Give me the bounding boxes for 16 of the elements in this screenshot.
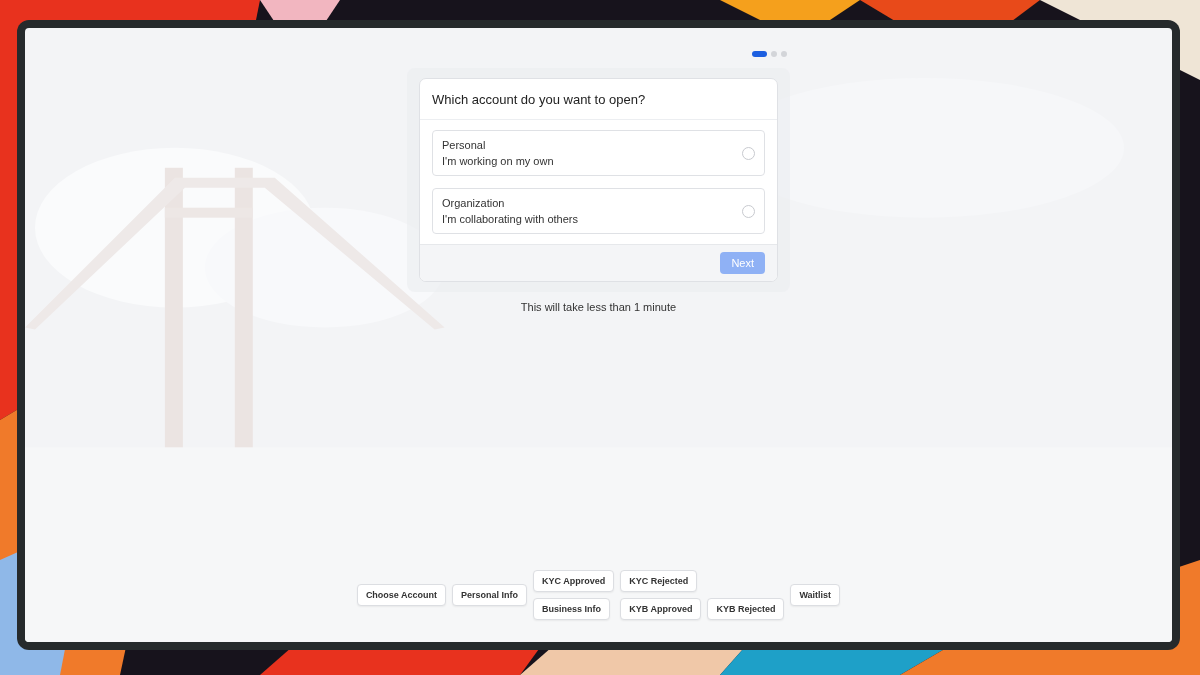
navigation-button[interactable]: Choose Account: [356, 584, 447, 606]
navigation-button[interactable]: KYB Rejected: [707, 598, 785, 620]
duration-note: This will take less than 1 minute: [520, 301, 677, 313]
option-title: Personal: [442, 139, 487, 151]
option-title: Organization: [442, 197, 506, 209]
navigation-button[interactable]: KYC Rejected: [620, 570, 698, 592]
navigation-button[interactable]: KYC Approved: [533, 570, 615, 592]
navigation-button[interactable]: Personal Info: [452, 584, 528, 606]
navigation-button[interactable]: KYB Approved: [620, 598, 702, 620]
account-option[interactable]: Personal I'm working on my own: [432, 130, 765, 176]
card-title: Which account do you want to open?: [432, 92, 646, 107]
option-description: I'm working on my own: [442, 155, 554, 167]
navigation-button[interactable]: Waitlist: [790, 584, 841, 606]
navigation-button[interactable]: Business Info: [533, 598, 611, 620]
account-option[interactable]: Organization I'm collaborating with others: [432, 188, 765, 234]
option-description: I'm collaborating with others: [442, 213, 578, 225]
